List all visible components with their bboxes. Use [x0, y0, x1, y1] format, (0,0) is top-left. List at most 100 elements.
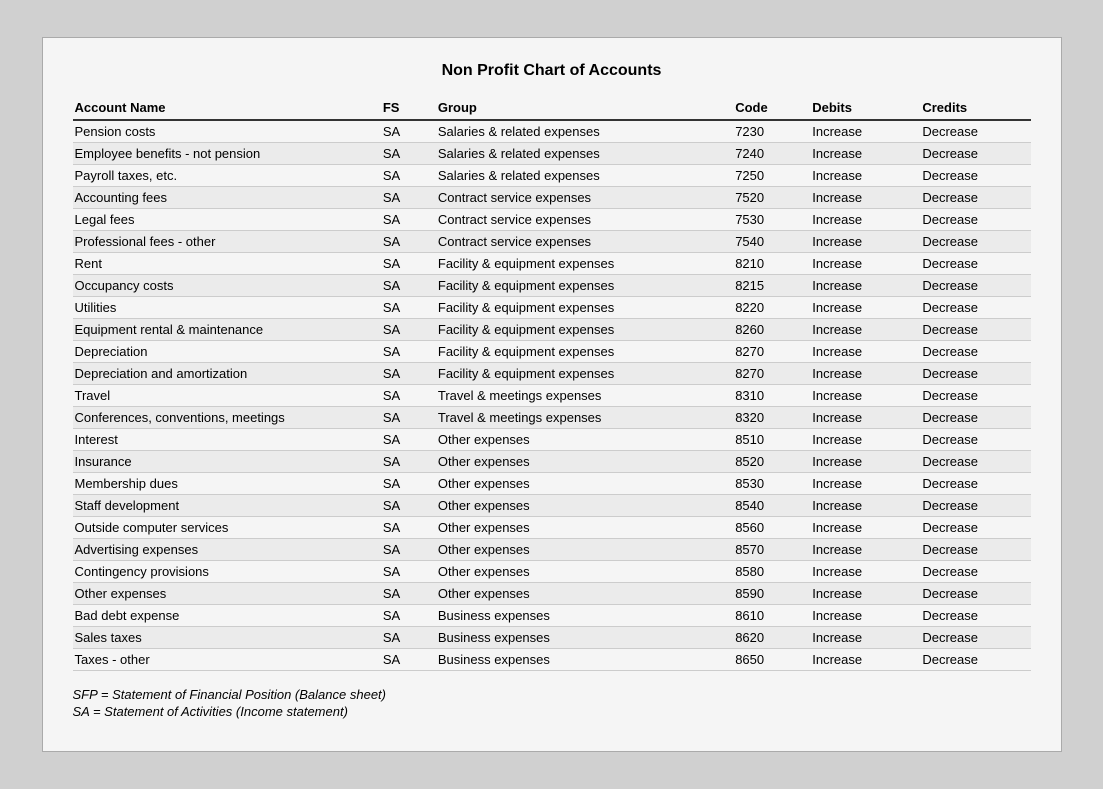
- col-header-fs: FS: [381, 96, 436, 120]
- cell-credits: Decrease: [920, 209, 1030, 231]
- cell-code: 8580: [733, 561, 810, 583]
- cell-group: Other expenses: [436, 517, 733, 539]
- cell-credits: Decrease: [920, 231, 1030, 253]
- cell-debits: Increase: [810, 143, 920, 165]
- cell-group: Facility & equipment expenses: [436, 341, 733, 363]
- cell-group: Salaries & related expenses: [436, 143, 733, 165]
- cell-code: 7230: [733, 120, 810, 143]
- table-row: RentSAFacility & equipment expenses8210I…: [73, 253, 1031, 275]
- cell-credits: Decrease: [920, 319, 1030, 341]
- cell-debits: Increase: [810, 319, 920, 341]
- cell-credits: Decrease: [920, 385, 1030, 407]
- cell-group: Salaries & related expenses: [436, 165, 733, 187]
- cell-group: Other expenses: [436, 451, 733, 473]
- cell-group: Other expenses: [436, 495, 733, 517]
- cell-group: Facility & equipment expenses: [436, 253, 733, 275]
- cell-credits: Decrease: [920, 473, 1030, 495]
- cell-debits: Increase: [810, 561, 920, 583]
- cell-account: Travel: [73, 385, 381, 407]
- table-row: Advertising expensesSAOther expenses8570…: [73, 539, 1031, 561]
- table-row: InterestSAOther expenses8510IncreaseDecr…: [73, 429, 1031, 451]
- cell-code: 7520: [733, 187, 810, 209]
- table-body: Pension costsSASalaries & related expens…: [73, 120, 1031, 671]
- table-row: InsuranceSAOther expenses8520IncreaseDec…: [73, 451, 1031, 473]
- cell-code: 7240: [733, 143, 810, 165]
- cell-debits: Increase: [810, 253, 920, 275]
- table-row: Membership duesSAOther expenses8530Incre…: [73, 473, 1031, 495]
- cell-account: Insurance: [73, 451, 381, 473]
- cell-account: Accounting fees: [73, 187, 381, 209]
- table-row: Pension costsSASalaries & related expens…: [73, 120, 1031, 143]
- cell-account: Professional fees - other: [73, 231, 381, 253]
- cell-account: Sales taxes: [73, 627, 381, 649]
- cell-account: Utilities: [73, 297, 381, 319]
- cell-code: 8560: [733, 517, 810, 539]
- cell-credits: Decrease: [920, 561, 1030, 583]
- cell-debits: Increase: [810, 187, 920, 209]
- footnote-sa: SA = Statement of Activities (Income sta…: [73, 704, 1031, 719]
- cell-fs: SA: [381, 231, 436, 253]
- col-header-debits: Debits: [810, 96, 920, 120]
- accounts-table: Account Name FS Group Code Debits Credit…: [73, 96, 1031, 671]
- cell-fs: SA: [381, 517, 436, 539]
- cell-code: 7530: [733, 209, 810, 231]
- cell-fs: SA: [381, 649, 436, 671]
- cell-account: Rent: [73, 253, 381, 275]
- cell-group: Facility & equipment expenses: [436, 319, 733, 341]
- cell-group: Contract service expenses: [436, 231, 733, 253]
- table-row: DepreciationSAFacility & equipment expen…: [73, 341, 1031, 363]
- cell-fs: SA: [381, 407, 436, 429]
- table-row: Equipment rental & maintenanceSAFacility…: [73, 319, 1031, 341]
- cell-code: 8220: [733, 297, 810, 319]
- cell-fs: SA: [381, 473, 436, 495]
- cell-credits: Decrease: [920, 275, 1030, 297]
- cell-code: 8620: [733, 627, 810, 649]
- cell-group: Other expenses: [436, 473, 733, 495]
- cell-credits: Decrease: [920, 297, 1030, 319]
- cell-account: Legal fees: [73, 209, 381, 231]
- table-row: Outside computer servicesSAOther expense…: [73, 517, 1031, 539]
- cell-credits: Decrease: [920, 165, 1030, 187]
- cell-debits: Increase: [810, 649, 920, 671]
- cell-credits: Decrease: [920, 649, 1030, 671]
- cell-debits: Increase: [810, 275, 920, 297]
- col-header-code: Code: [733, 96, 810, 120]
- table-row: Bad debt expenseSABusiness expenses8610I…: [73, 605, 1031, 627]
- cell-debits: Increase: [810, 120, 920, 143]
- cell-credits: Decrease: [920, 143, 1030, 165]
- table-row: Conferences, conventions, meetingsSATrav…: [73, 407, 1031, 429]
- cell-debits: Increase: [810, 341, 920, 363]
- cell-debits: Increase: [810, 451, 920, 473]
- cell-group: Facility & equipment expenses: [436, 363, 733, 385]
- cell-fs: SA: [381, 209, 436, 231]
- cell-group: Salaries & related expenses: [436, 120, 733, 143]
- cell-credits: Decrease: [920, 341, 1030, 363]
- cell-debits: Increase: [810, 407, 920, 429]
- cell-debits: Increase: [810, 209, 920, 231]
- footnote-sfp: SFP = Statement of Financial Position (B…: [73, 687, 1031, 702]
- cell-account: Payroll taxes, etc.: [73, 165, 381, 187]
- cell-group: Other expenses: [436, 429, 733, 451]
- col-header-account: Account Name: [73, 96, 381, 120]
- cell-fs: SA: [381, 429, 436, 451]
- table-row: Professional fees - otherSAContract serv…: [73, 231, 1031, 253]
- cell-code: 7250: [733, 165, 810, 187]
- table-row: Staff developmentSAOther expenses8540Inc…: [73, 495, 1031, 517]
- table-row: Taxes - otherSABusiness expenses8650Incr…: [73, 649, 1031, 671]
- cell-debits: Increase: [810, 539, 920, 561]
- cell-fs: SA: [381, 143, 436, 165]
- cell-credits: Decrease: [920, 627, 1030, 649]
- cell-fs: SA: [381, 605, 436, 627]
- table-row: Legal feesSAContract service expenses753…: [73, 209, 1031, 231]
- cell-account: Depreciation: [73, 341, 381, 363]
- cell-debits: Increase: [810, 495, 920, 517]
- cell-fs: SA: [381, 341, 436, 363]
- cell-debits: Increase: [810, 165, 920, 187]
- cell-debits: Increase: [810, 517, 920, 539]
- cell-credits: Decrease: [920, 363, 1030, 385]
- cell-account: Bad debt expense: [73, 605, 381, 627]
- cell-group: Contract service expenses: [436, 209, 733, 231]
- col-header-group: Group: [436, 96, 733, 120]
- cell-credits: Decrease: [920, 495, 1030, 517]
- cell-fs: SA: [381, 120, 436, 143]
